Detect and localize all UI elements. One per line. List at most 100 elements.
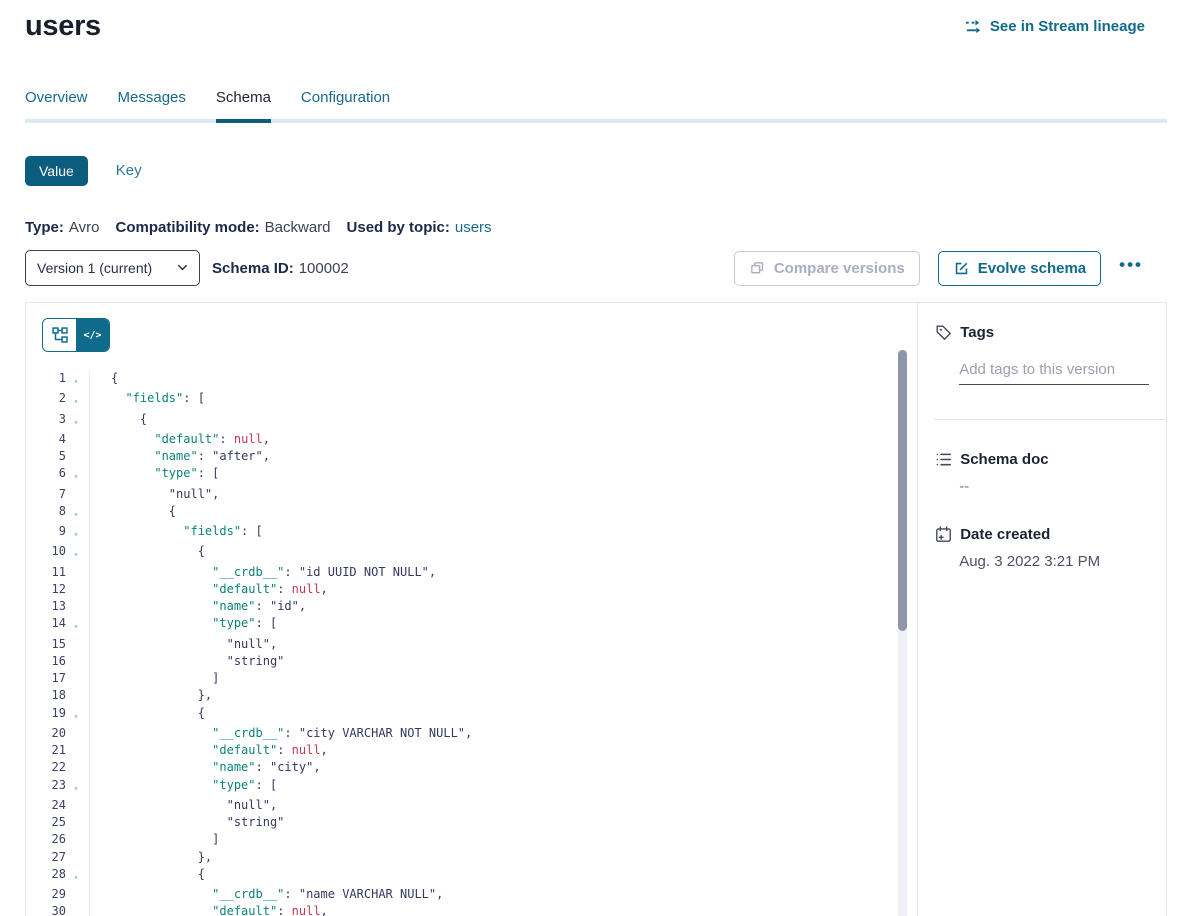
compare-icon [749, 260, 766, 277]
topic-link[interactable]: users [455, 219, 492, 236]
line-number: 3 [26, 411, 66, 431]
schema-card: </> 1▾{2▾ "fields": [3▾ {4 "default": nu… [25, 302, 1167, 916]
tags-input[interactable] [959, 359, 1149, 385]
line-number: 9 [26, 523, 66, 543]
code-line: 1▾{ [26, 370, 917, 390]
code-text: ] [89, 831, 219, 848]
line-number: 27 [26, 849, 66, 866]
key-toggle-button[interactable]: Key [114, 155, 144, 186]
code-line: 30 "default": null, [26, 903, 917, 916]
line-number: 12 [26, 581, 66, 598]
fold-spacer [66, 486, 86, 503]
page-title: users [25, 10, 101, 43]
date-created-value: Aug. 3 2022 3:21 PM [959, 553, 1166, 570]
code-line: 26 ] [26, 831, 917, 848]
fold-spacer [66, 636, 86, 653]
line-number: 13 [26, 598, 66, 615]
code-text: "name": "city", [89, 759, 321, 776]
fold-toggle-icon[interactable]: ▾ [66, 465, 86, 485]
schema-id-label: Schema ID: [212, 260, 294, 277]
code-view-button[interactable]: </> [76, 319, 109, 351]
tags-heading: Tags [960, 324, 994, 341]
compatibility-mode-label: Compatibility mode: [115, 219, 259, 236]
schema-details-sidebar: Tags Schema doc -- [918, 303, 1166, 916]
tab-overview[interactable]: Overview [25, 89, 88, 119]
value-toggle-button[interactable]: Value [25, 156, 88, 186]
fold-toggle-icon[interactable]: ▾ [66, 411, 86, 431]
code-text: "null", [89, 797, 277, 814]
code-text: "type": [ [89, 777, 277, 797]
tab-configuration[interactable]: Configuration [301, 89, 390, 119]
code-line: 3▾ { [26, 411, 917, 431]
line-number: 11 [26, 564, 66, 581]
code-text: "null", [89, 486, 219, 503]
fold-toggle-icon[interactable]: ▾ [66, 705, 86, 725]
line-number: 1 [26, 370, 66, 390]
code-line: 10▾ { [26, 543, 917, 563]
tab-messages[interactable]: Messages [118, 89, 186, 119]
code-text: "default": null, [89, 903, 328, 916]
editor-view-toggle: </> [42, 318, 110, 352]
line-number: 26 [26, 831, 66, 848]
fold-spacer [66, 903, 86, 916]
line-number: 29 [26, 886, 66, 903]
line-number: 10 [26, 543, 66, 563]
code-line: 20 "__crdb__": "city VARCHAR NOT NULL", [26, 725, 917, 742]
code-line: 18 }, [26, 687, 917, 704]
schema-id: Schema ID: 100002 [212, 260, 349, 277]
line-number: 28 [26, 866, 66, 886]
line-number: 8 [26, 503, 66, 523]
code-line: 16 "string" [26, 653, 917, 670]
code-line: 11 "__crdb__": "id UUID NOT NULL", [26, 564, 917, 581]
code-text: "__crdb__": "name VARCHAR NULL", [89, 886, 443, 903]
line-number: 24 [26, 797, 66, 814]
fold-toggle-icon[interactable]: ▾ [66, 523, 86, 543]
editor-scrollbar-thumb[interactable] [898, 350, 907, 631]
fold-spacer [66, 431, 86, 448]
schema-json-code: 1▾{2▾ "fields": [3▾ {4 "default": null,5… [26, 370, 917, 916]
fold-spacer [66, 849, 86, 866]
tree-view-button[interactable] [43, 319, 76, 351]
code-line: 13 "name": "id", [26, 598, 917, 615]
line-number: 15 [26, 636, 66, 653]
code-text: }, [89, 687, 212, 704]
code-view-icon: </> [83, 330, 101, 341]
code-text: "type": [ [89, 615, 277, 635]
line-number: 20 [26, 725, 66, 742]
fold-spacer [66, 797, 86, 814]
code-text: "name": "id", [89, 598, 306, 615]
code-line: 2▾ "fields": [ [26, 390, 917, 410]
code-text: "__crdb__": "id UUID NOT NULL", [89, 564, 436, 581]
more-options-button[interactable]: ••• [1119, 255, 1145, 281]
line-number: 23 [26, 777, 66, 797]
code-line: 29 "__crdb__": "name VARCHAR NULL", [26, 886, 917, 903]
code-line: 24 "null", [26, 797, 917, 814]
fold-spacer [66, 814, 86, 831]
evolve-schema-label: Evolve schema [978, 260, 1086, 277]
schema-doc-section: Schema doc -- [934, 450, 1166, 495]
code-text: { [89, 503, 176, 523]
fold-toggle-icon[interactable]: ▾ [66, 777, 86, 797]
tag-icon [934, 323, 953, 342]
line-number: 14 [26, 615, 66, 635]
fold-spacer [66, 725, 86, 742]
schema-editor-panel: </> 1▾{2▾ "fields": [3▾ {4 "default": nu… [26, 303, 918, 916]
version-select[interactable]: Version 1 (current) [25, 250, 200, 286]
fold-toggle-icon[interactable]: ▾ [66, 370, 86, 390]
fold-toggle-icon[interactable]: ▾ [66, 503, 86, 523]
line-number: 6 [26, 465, 66, 485]
fold-toggle-icon[interactable]: ▾ [66, 390, 86, 410]
code-line: 5 "name": "after", [26, 448, 917, 465]
editor-scrollbar-track[interactable] [898, 350, 907, 916]
fold-toggle-icon[interactable]: ▾ [66, 543, 86, 563]
line-number: 7 [26, 486, 66, 503]
tab-schema[interactable]: Schema [216, 89, 271, 119]
stream-lineage-link[interactable]: See in Stream lineage [964, 17, 1145, 36]
fold-spacer [66, 742, 86, 759]
evolve-schema-button[interactable]: Evolve schema [938, 251, 1101, 286]
code-line: 27 }, [26, 849, 917, 866]
version-controls-row: Version 1 (current) Schema ID: 100002 [25, 250, 1145, 286]
fold-toggle-icon[interactable]: ▾ [66, 866, 86, 886]
fold-toggle-icon[interactable]: ▾ [66, 615, 86, 635]
compare-versions-button[interactable]: Compare versions [734, 251, 920, 286]
